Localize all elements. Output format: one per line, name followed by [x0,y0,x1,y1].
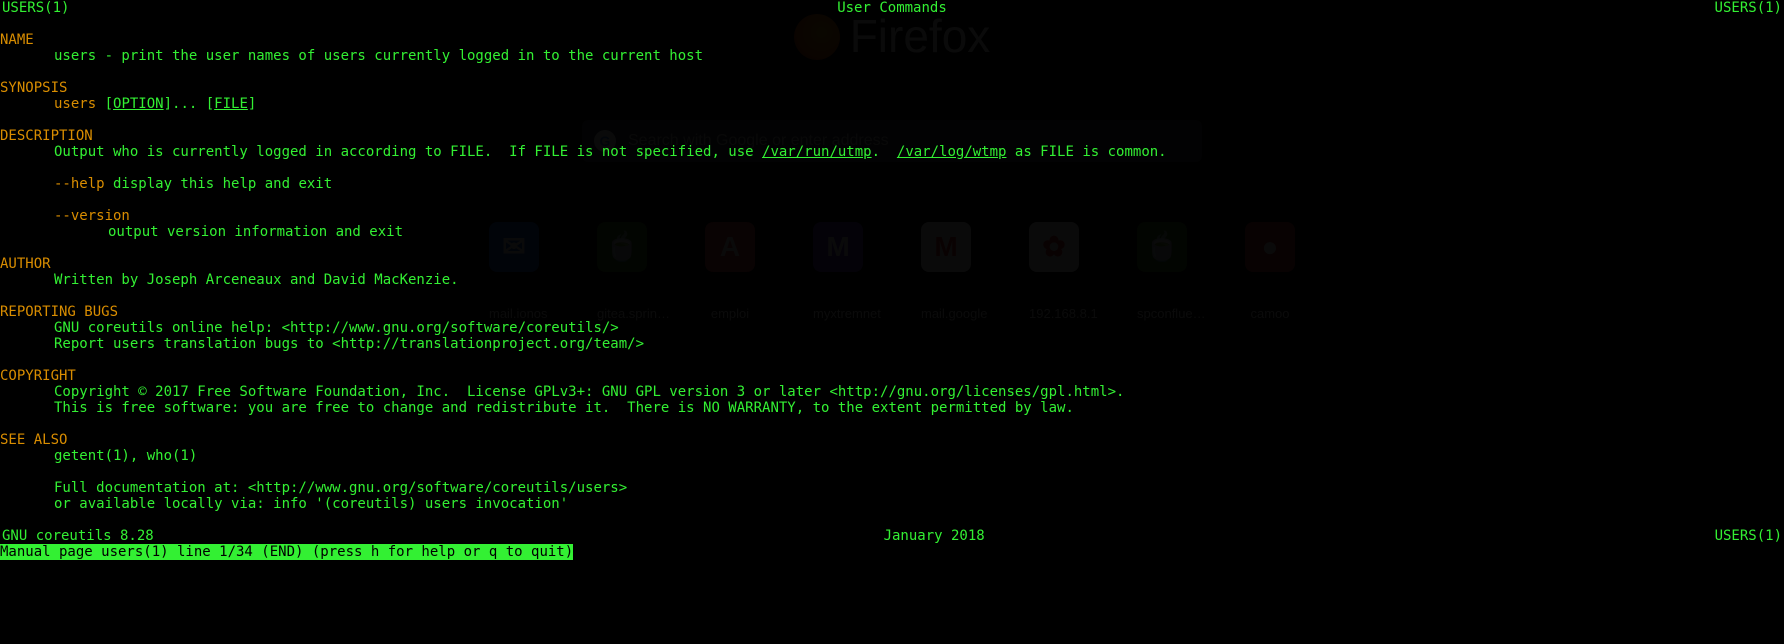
section-bugs-header: REPORTING BUGS [0,304,1784,320]
header-right: USERS(1) [1715,0,1782,16]
footer-center: January 2018 [884,528,985,544]
bugs-line-1: GNU coreutils online help: <http://www.g… [0,320,1784,336]
section-copyright-header: COPYRIGHT [0,368,1784,384]
section-name-header: NAME [0,32,1784,48]
seealso-line-1: getent(1), who(1) [0,448,1784,464]
copyright-line-1: Copyright © 2017 Free Software Foundatio… [0,384,1784,400]
section-synopsis-body: users [OPTION]... [FILE] [0,96,1784,112]
bugs-line-2: Report users translation bugs to <http:/… [0,336,1784,352]
copyright-line-2: This is free software: you are free to c… [0,400,1784,416]
pager-status-line[interactable]: Manual page users(1) line 1/34 (END) (pr… [0,544,1784,560]
footer-left: GNU coreutils 8.28 [2,528,154,544]
section-author-header: AUTHOR [0,256,1784,272]
seealso-line-3: or available locally via: info '(coreuti… [0,496,1784,512]
seealso-line-2: Full documentation at: <http://www.gnu.o… [0,480,1784,496]
footer-right: USERS(1) [1715,528,1782,544]
header-left: USERS(1) [2,0,69,16]
section-seealso-header: SEE ALSO [0,432,1784,448]
section-name-body: users - print the user names of users cu… [0,48,1784,64]
manpage-footer-row: GNU coreutils 8.28 January 2018 USERS(1) [0,528,1784,544]
section-synopsis-header: SYNOPSIS [0,80,1784,96]
section-description-header: DESCRIPTION [0,128,1784,144]
header-center: User Commands [837,0,947,16]
author-body: Written by Joseph Arceneaux and David Ma… [0,272,1784,288]
manpage-header-row: USERS(1) User Commands USERS(1) [0,0,1784,16]
option-help: --help display this help and exit [0,176,1784,192]
option-version-text: output version information and exit [0,224,1784,240]
description-line-1: Output who is currently logged in accord… [0,144,1784,160]
terminal-manpage[interactable]: USERS(1) User Commands USERS(1) NAME use… [0,0,1784,644]
option-version-flag: --version [0,208,1784,224]
